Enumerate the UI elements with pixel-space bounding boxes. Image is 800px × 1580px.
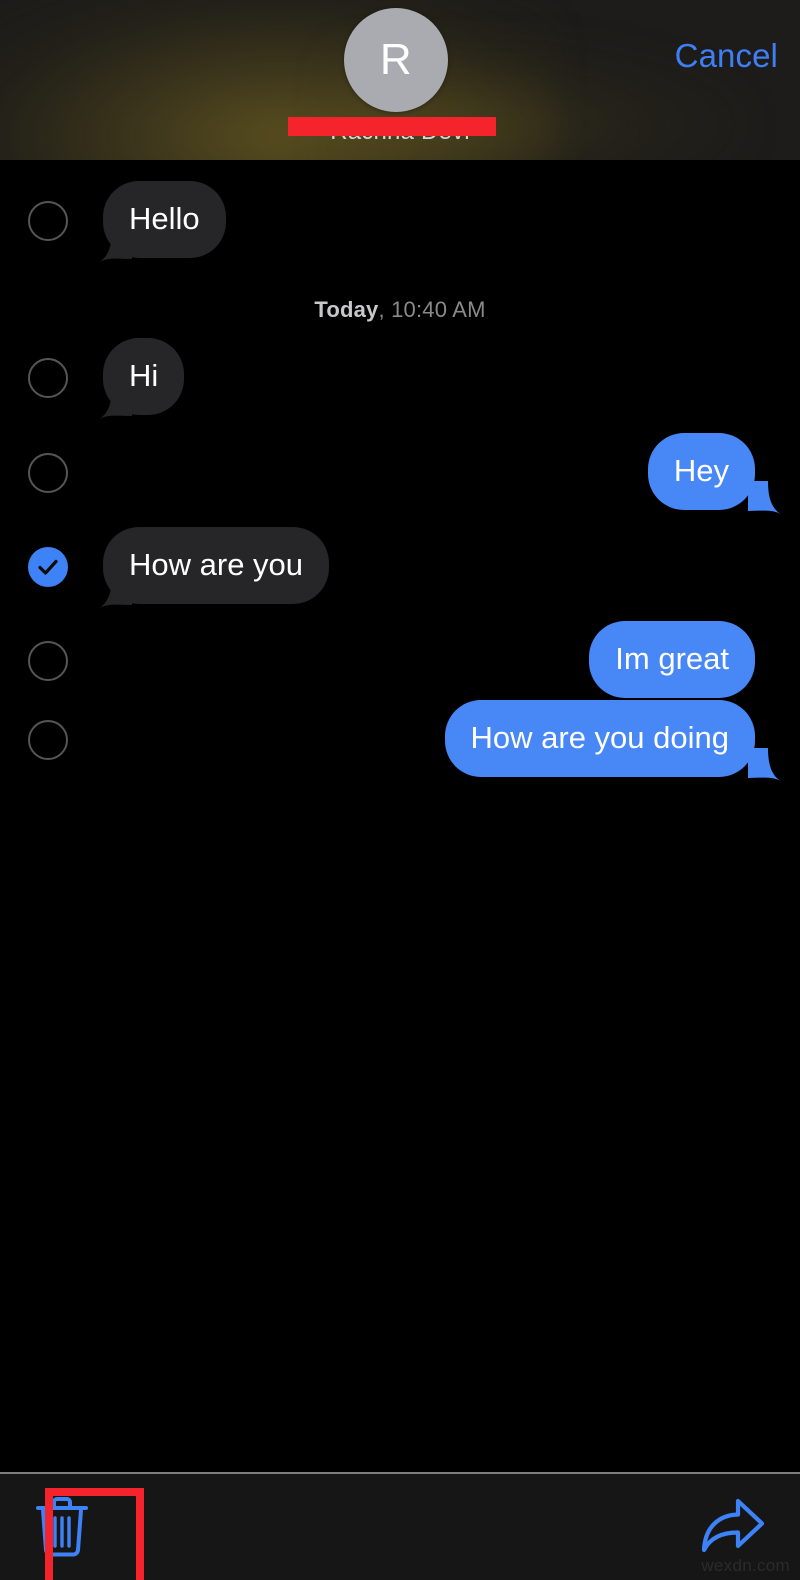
message-bubble[interactable]: Im great (589, 621, 755, 698)
avatar[interactable]: R (344, 8, 448, 112)
message-bubble[interactable]: Hey (647, 433, 755, 510)
contact-name-redaction-bar (288, 117, 496, 136)
trash-icon (34, 1497, 90, 1562)
message-bubble[interactable]: How are you doing (444, 700, 755, 777)
forward-button[interactable] (700, 1496, 766, 1556)
conversation-header: R Rachna Devi Cancel (0, 0, 800, 160)
bubble-tail-icon (748, 748, 782, 782)
message-select-circle[interactable] (28, 720, 68, 760)
bubble-tail-icon (748, 481, 782, 515)
message-select-circle[interactable] (28, 358, 68, 398)
avatar-initial: R (379, 35, 413, 84)
message-row: Hey (0, 433, 800, 515)
message-row: How are you doing (0, 700, 800, 782)
message-selection-screen: R Rachna Devi Cancel Hello Today, 10:40 … (0, 0, 800, 1580)
timestamp-time: , 10:40 AM (378, 297, 486, 322)
message-bubble[interactable]: How are you (103, 527, 330, 604)
message-timestamp: Today, 10:40 AM (0, 297, 800, 323)
message-bubble[interactable]: Hello (103, 181, 226, 258)
cancel-button[interactable]: Cancel (675, 34, 778, 78)
message-bubble[interactable]: Hi (103, 338, 185, 415)
message-select-circle[interactable] (28, 547, 68, 587)
watermark: wexdn.com (701, 1556, 790, 1575)
timestamp-day: Today (314, 297, 379, 322)
message-row: How are you (0, 527, 800, 609)
message-select-circle[interactable] (28, 201, 68, 241)
delete-button[interactable] (34, 1488, 144, 1580)
action-toolbar: wexdn.com (0, 1472, 800, 1580)
message-select-circle[interactable] (28, 641, 68, 681)
message-select-circle[interactable] (28, 453, 68, 493)
message-row: Im great (0, 621, 800, 701)
message-list: Hello Today, 10:40 AM Hi Hey How are you… (0, 160, 800, 1472)
message-row: Hi (0, 338, 800, 420)
message-row: Hello (0, 181, 800, 263)
